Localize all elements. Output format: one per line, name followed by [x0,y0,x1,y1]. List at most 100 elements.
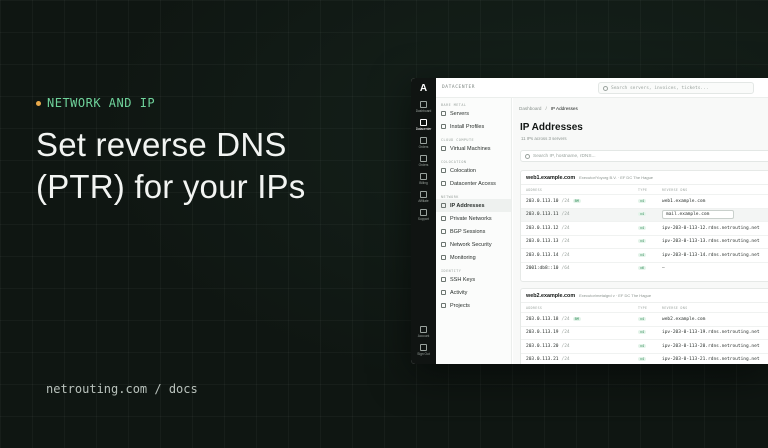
ip-type-cell: v4 [638,198,662,204]
ip-search-input[interactable]: Search IP, hostname, rDNS... [520,150,768,162]
ip-type-badge: v4 [638,343,647,348]
globe-icon [441,203,446,208]
ptr-edit-field[interactable]: mail.example.com [662,210,768,220]
rail-item-dashboard[interactable]: Dashboard [413,101,435,113]
ip-type-badge: v6 [638,266,647,271]
server-name[interactable]: web2.example.com [526,293,575,299]
ptr-value: ipv-203-0-113-20.rdns.netrouting.net [662,343,760,349]
table-row[interactable]: 203.0.113.11/24 v4 mail.example.com [521,207,768,221]
ptr-value: ipv-203-0-113-13.rdns.netrouting.net [662,239,760,245]
app-logo-icon[interactable]: A [418,83,430,95]
table-row[interactable]: 2001:db8::10/64 v6 — [521,261,768,276]
eyebrow-dot-icon [36,100,41,106]
breadcrumb-root[interactable]: Dashboard [519,106,541,111]
ptr-value-cell[interactable]: ipv-203-0-113-14.rdns.netrouting.net [662,253,768,258]
ptr-value-cell[interactable]: web1.example.com [662,199,768,204]
sidebar-item-ssh-keys[interactable]: SSH Keys [436,273,511,286]
rail-item-datacenter[interactable]: Datacenter [413,119,435,131]
server-name[interactable]: web1.example.com [526,175,575,181]
column-address: ADDRESS [526,305,543,310]
ip-address-cell: 203.0.113.21/24 [526,357,638,362]
breadcrumb: Dashboard / IP Addresses [519,106,578,111]
rail-item-affiliate[interactable]: Affiliate [413,191,435,203]
table-row[interactable]: 203.0.113.18/24 BM v4 web2.example.com [521,312,768,326]
ip-cidr: /24 [561,198,570,204]
sidebar-item-network-security[interactable]: Network Security [436,238,511,251]
ptr-value: — [662,266,665,272]
logout-icon [420,344,427,351]
table-row[interactable]: 203.0.113.20/24 v4 ipv-203-0-113-20.rdns.n… [521,339,768,353]
table-row[interactable]: 203.0.113.10/24 BM v4 web1.example.com [521,194,768,208]
rail-item-billing[interactable]: Billing [413,173,435,185]
column-headers: ADDRESS TYPE REVERSE DNS [521,303,768,312]
main-content: Dashboard / IP Addresses IP Addresses 11… [513,98,768,364]
ip-type-cell: v4 [638,239,662,244]
sidebar-item-servers[interactable]: Servers [436,107,511,120]
table-row[interactable]: 203.0.113.13/24 v4 ipv-203-0-113-13.rdns.n… [521,234,768,249]
ptr-value-cell[interactable]: — [662,266,768,271]
user-icon [420,326,427,333]
ptr-value-cell[interactable]: ipv-203-0-113-12.rdns.netrouting.net [662,226,768,231]
network-icon [441,216,446,221]
ptr-value-cell[interactable]: web2.example.com [662,317,768,322]
sidebar-item-datacenter-access[interactable]: Datacenter Access [436,177,511,190]
rail-item-sign-out[interactable]: Sign Out [413,344,435,356]
ip-cidr: /24 [561,357,570,363]
sidebar-item-projects[interactable]: Projects [436,299,511,312]
rail-item-label: Datacenter [415,127,432,131]
headline-line2: (PTR) for your IPs [36,168,306,205]
sidebar-item-private-networks[interactable]: Private Networks [436,212,511,225]
sidebar-item-activity[interactable]: Activity [436,286,511,299]
card-header: web1.example.com Executor/Yoyorg B.V. · E… [521,171,768,185]
column-reverse-dns: REVERSE DNS [662,187,688,192]
ip-address-cell: 203.0.113.20/24 [526,344,638,349]
column-address: ADDRESS [526,187,543,192]
sidebar-item-colocation[interactable]: Colocation [436,164,511,177]
ip-address-cell: 203.0.113.11/24 [526,212,638,217]
eyebrow: NETWORK AND IP [36,96,396,110]
table-row[interactable]: 203.0.113.14/24 v4 ipv-203-0-113-14.rdns.n… [521,248,768,262]
search-icon [603,85,608,91]
sidebar-item-monitoring[interactable]: Monitoring [436,251,511,264]
breadcrumb-current: IP Addresses [550,106,578,111]
table-row[interactable]: 203.0.113.19/24 v4 ipv-203-0-113-19.rdns.n… [521,325,768,340]
global-search-input[interactable]: Search servers, invoices, tickets... [598,82,754,94]
rail-item-account[interactable]: Account [413,326,435,338]
ip-address-cell: 2001:db8::10/64 [526,266,638,271]
ip-address-cell: 203.0.113.14/24 [526,253,638,258]
ip-type-badge: v4 [638,316,647,321]
global-search-placeholder: Search servers, invoices, tickets... [611,85,709,91]
rack-icon [441,168,446,173]
column-reverse-dns: REVERSE DNS [662,305,688,310]
sidebar-item-label: Colocation [450,167,476,174]
rail-item-support[interactable]: Support [413,209,435,221]
server-card: web2.example.com Executor/metalgrd v · EF… [520,288,768,364]
footer-url: netrouting.com / docs [46,382,198,396]
sidebar-item-bgp-sessions[interactable]: BGP Sessions [436,225,511,238]
ip-address: 203.0.113.18 [526,316,559,322]
activity-icon [441,290,446,295]
ip-type-cell: v4 [638,212,662,217]
ptr-value-cell[interactable]: ipv-203-0-113-20.rdns.netrouting.net [662,344,768,349]
sidebar-item-ip-addresses[interactable]: IP Addresses [436,199,511,212]
ptr-value-cell[interactable]: ipv-203-0-113-21.rdns.netrouting.net [662,357,768,362]
topbar: DATACENTER Search servers, invoices, tic… [436,78,768,98]
rail-item-orders[interactable]: Orders [413,137,435,149]
headline: Set reverse DNS (PTR) for your IPs [36,124,396,208]
rail-item-label: Orders [418,145,429,149]
sidebar-item-label: Private Networks [450,215,492,222]
icon-rail: A Dashboard Datacenter Orders Orders Billing… [411,78,436,364]
ptr-value-cell[interactable]: ipv-203-0-113-13.rdns.netrouting.net [662,239,768,244]
ptr-value-cell[interactable]: ipv-203-0-113-19.rdns.netrouting.net [662,330,768,335]
sidebar-item-label: Monitoring [450,254,476,261]
ip-address: 203.0.113.10 [526,198,559,204]
sidebar-item-install-profiles[interactable]: Install Profiles [436,120,511,133]
table-row[interactable]: 203.0.113.12/24 v4 ipv-203-0-113-12.rdns.n… [521,221,768,235]
sidebar-item-virtual-machines[interactable]: Virtual Machines [436,142,511,155]
sidebar-item-label: IP Addresses [450,202,485,209]
rail-item-orders[interactable]: Orders [413,155,435,167]
table-row[interactable]: 203.0.113.21/24 v4 ipv-203-0-113-21.rdns.n… [521,352,768,365]
sidebar-item-label: Install Profiles [450,123,485,130]
rail-item-label: Account [417,334,430,338]
ip-cidr: /24 [561,252,570,258]
